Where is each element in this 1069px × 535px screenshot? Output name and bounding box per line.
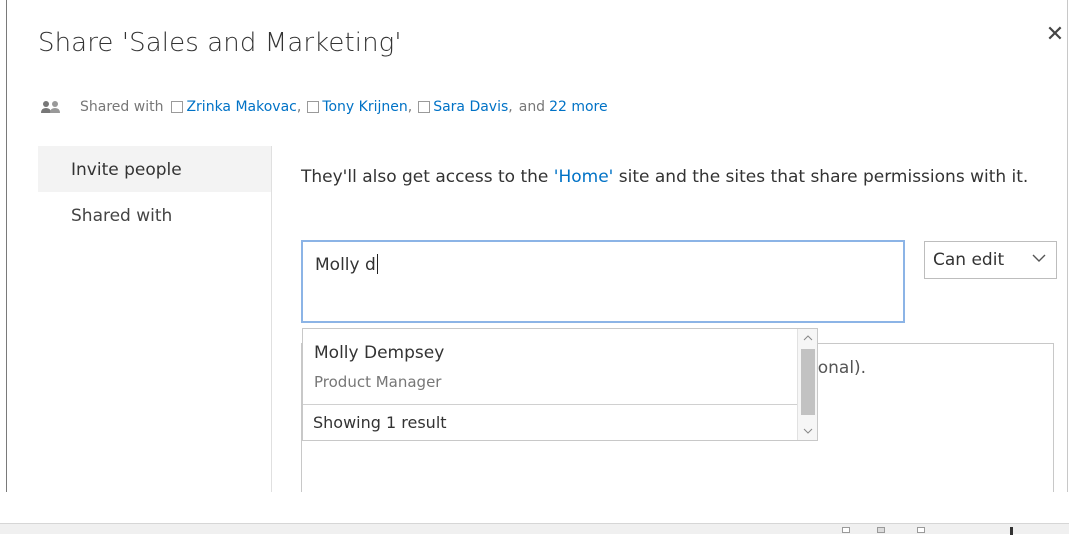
access-description: They'll also get access to the 'Home' si… xyxy=(301,161,1061,193)
read-mode-icon[interactable] xyxy=(842,527,850,533)
suggestion-item[interactable]: Molly Dempsey Product Manager xyxy=(303,329,797,404)
home-site-link[interactable]: 'Home' xyxy=(554,167,614,187)
people-picker-text: Molly d xyxy=(315,254,378,275)
shared-person-link[interactable]: Sara Davis xyxy=(433,99,508,115)
web-layout-icon[interactable] xyxy=(917,527,925,533)
close-icon[interactable]: ✕ xyxy=(1044,24,1066,46)
suggestion-scrollbar[interactable] xyxy=(797,329,817,440)
chevron-up-icon xyxy=(803,335,813,341)
people-icon xyxy=(41,101,60,113)
desc-suffix: site and the sites that share permission… xyxy=(613,167,1029,187)
shared-person-link[interactable]: Zrinka Makovac xyxy=(186,99,296,115)
status-bar xyxy=(0,523,1069,535)
scrollbar-thumb[interactable] xyxy=(801,349,815,415)
nav-invite-people[interactable]: Invite people xyxy=(38,146,271,192)
shared-person-link[interactable]: Tony Krijnen xyxy=(322,99,407,115)
and-label: and xyxy=(518,99,546,115)
more-people-link[interactable]: 22 more xyxy=(549,99,608,115)
list-separator: , xyxy=(508,99,513,115)
chevron-down-icon xyxy=(1032,254,1046,262)
list-separator: , xyxy=(296,99,302,115)
scroll-up-button[interactable] xyxy=(798,329,818,347)
result-count: Showing 1 result xyxy=(313,413,447,432)
list-separator: , xyxy=(407,99,413,115)
suggestion-dropdown: Molly Dempsey Product Manager Showing 1 … xyxy=(302,328,818,441)
dialog-border-left xyxy=(6,0,7,492)
person-avatar-icon xyxy=(171,101,184,113)
desc-prefix: They'll also get access to the xyxy=(301,167,554,187)
dialog-title: Share 'Sales and Marketing' xyxy=(38,28,402,58)
suggestion-divider xyxy=(303,404,797,405)
shared-with-row: Shared with Zrinka Makovac, Tony Krijnen… xyxy=(40,96,608,118)
text-caret xyxy=(376,254,378,274)
chevron-down-icon xyxy=(803,428,813,434)
share-nav: Invite people Shared with xyxy=(38,146,271,238)
person-avatar-icon xyxy=(418,101,431,113)
share-dialog: Share 'Sales and Marketing' ✕ Shared wit… xyxy=(0,0,1069,492)
nav-shared-with[interactable]: Shared with xyxy=(38,192,271,238)
nav-divider xyxy=(271,146,272,492)
typed-value: Molly d xyxy=(315,255,376,275)
shared-with-label: Shared with xyxy=(80,99,164,115)
scroll-down-button[interactable] xyxy=(798,422,818,440)
permission-dropdown[interactable]: Can edit xyxy=(924,241,1057,279)
print-layout-icon[interactable] xyxy=(877,527,885,533)
person-avatar-icon xyxy=(307,101,320,113)
people-picker-input[interactable]: Molly d xyxy=(301,240,905,323)
dialog-border-right xyxy=(1067,0,1068,492)
permission-value: Can edit xyxy=(933,250,1005,270)
message-placeholder: ional). xyxy=(813,358,867,378)
suggestion-name: Molly Dempsey xyxy=(314,343,445,363)
suggestion-role: Product Manager xyxy=(314,373,442,391)
